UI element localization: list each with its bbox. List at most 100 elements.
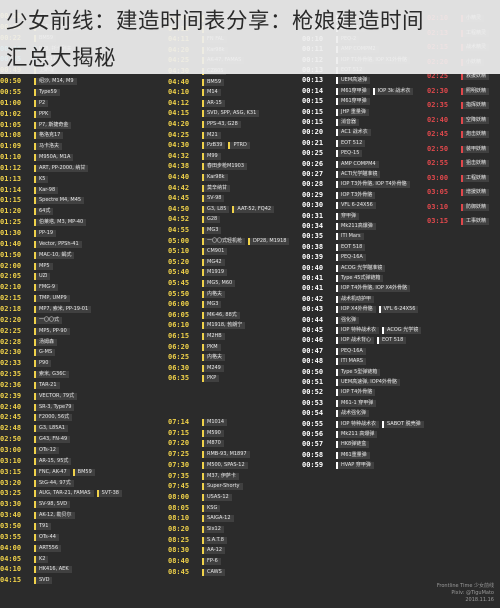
build-time: 00:28 [302, 180, 324, 189]
build-time: 04:40 [168, 173, 190, 181]
build-time: 04:00 [0, 543, 22, 552]
doll-name-label: M1918, 勃朗宁 [202, 322, 246, 330]
schedule-row: 06:35 PKP [168, 374, 222, 383]
schedule-row: 01:14 Kar-98 [0, 186, 61, 195]
doll-name-label: 绍沙, M14, M9 [34, 78, 77, 86]
doll-name-label: SVD, SPP, ASG, K31 [202, 110, 260, 118]
doll-name-label: Type 45式弹链箱 [336, 275, 384, 282]
build-time: 01:14 [0, 185, 22, 194]
doll-name-label: S.A.T.8 [202, 536, 227, 544]
schedule-row: 01:00 P2 [0, 99, 51, 108]
build-time: 00:53 [302, 398, 324, 407]
schedule-row: 00:44 强化弹 [302, 316, 362, 325]
doll-name-label: Six12 [202, 526, 224, 533]
doll-name-label: HVAP 穿甲弹 [336, 462, 374, 470]
schedule-row: 04:10 M14 [168, 88, 224, 97]
schedule-row: 06:20 PKM [168, 343, 224, 352]
doll-name-label: 一〇〇式 [34, 316, 63, 324]
doll-name-label: 格洛克17 [34, 132, 64, 140]
schedule-row: 00:25 PEQ-15 [302, 149, 365, 158]
build-time: 02:30 [427, 86, 449, 95]
schedule-row: 02:05 UZI [0, 272, 53, 281]
schedule-row: 04:15 SVD, SPP, ASG, K31 [168, 109, 262, 118]
schedule-row: 02:10 FMG-9 [0, 283, 61, 292]
schedule-row: 02:40 空降妖精 [427, 116, 492, 125]
build-time: 02:45 [427, 130, 449, 138]
doll-name-label: SVD [34, 577, 53, 585]
schedule-row: 00:48 ITI MARS [302, 357, 369, 366]
build-time: 00:41 [302, 284, 324, 293]
schedule-row: 02:30 照明妖精 [427, 87, 492, 96]
doll-name-label: M99 [202, 152, 221, 160]
schedule-row: 08:00 USAS-12 [168, 493, 235, 502]
schedule-row: 04:00 ART556 [0, 544, 64, 553]
doll-name-label: IOP 特种战术衣 [336, 327, 380, 334]
doll-name-label: 装甲妖精 [461, 145, 490, 153]
schedule-row: 00:21 EOT 512 [302, 139, 368, 148]
build-time: 04:52 [168, 215, 190, 224]
doll-name-label: M61穿甲弹 [336, 98, 370, 106]
build-time: 02:33 [0, 359, 22, 368]
schedule-row: 03:15 工事妖精 [427, 217, 492, 226]
doll-name-label: T91 [34, 522, 52, 530]
build-time: 02:30 [0, 348, 22, 357]
build-time: 00:29 [302, 190, 324, 199]
schedule-row: 00:52 IOP T4外骨骼 [302, 388, 378, 397]
schedule-row: 01:30 PP-19 [0, 229, 59, 238]
doll-name-label: IOP 特种战术衣 [336, 420, 380, 428]
doll-name-label: ACTI光学瞄准镜 [336, 171, 381, 178]
doll-name-label: ACOG 光学镜 [382, 327, 422, 334]
schedule-row: 06:15 M2HB [168, 332, 228, 341]
schedule-row: 08:10 SAIGA-12 [168, 514, 237, 523]
build-time: 02:20 [0, 315, 22, 324]
doll-name-label: 炮击妖精 [461, 131, 490, 138]
doll-name-label: Type 5型弹链箱 [336, 368, 381, 376]
doll-name-label: K5 [34, 175, 49, 183]
schedule-row: 02:45 炮击妖精 [427, 130, 492, 139]
doll-name-label: M2HB [202, 333, 225, 340]
doll-name-label: 强化弹 [336, 316, 360, 324]
build-time: 08:10 [168, 514, 190, 523]
build-time: 00:20 [302, 128, 324, 137]
doll-name-label: 莫辛纳甘 [202, 184, 231, 192]
schedule-row: 05:50 内格夫 [168, 290, 228, 299]
schedule-row: 01:25 伯莱塔, M3, MP-40 [0, 218, 89, 227]
doll-name-label: MG5, M60 [202, 280, 236, 287]
schedule-row: 02:39 VECTOR, 79式 [0, 392, 80, 401]
doll-name-label: IOP T3外骨骼 [336, 191, 376, 199]
build-time: 01:25 [0, 218, 22, 227]
build-time: 03:30 [0, 500, 22, 509]
doll-name-label: Spectre M4, M45 [34, 197, 85, 205]
build-time: 07:20 [168, 439, 190, 448]
doll-name-label: MG42 [202, 258, 225, 266]
build-time: 01:40 [0, 239, 22, 248]
build-time: 00:57 [302, 440, 324, 449]
schedule-row: 00:39 PEQ-16A [302, 253, 369, 262]
build-time: 04:40 [168, 77, 190, 86]
doll-name-label: DP28, M1918 [248, 237, 290, 245]
schedule-row: 04:32 M99 [168, 152, 224, 161]
build-time: 08:05 [168, 503, 190, 512]
build-time: 00:54 [302, 409, 324, 418]
build-time: 08:25 [168, 535, 190, 544]
schedule-row: 00:31 穿甲弹 [302, 212, 362, 221]
doll-name-label: SV-98, SVD [34, 501, 71, 509]
doll-name-label: M61-1 穿甲弹 [336, 399, 377, 407]
build-time: 08:30 [168, 546, 190, 555]
schedule-row: 00:13 UEM高速弹 [302, 76, 373, 85]
build-time: 05:20 [168, 257, 190, 266]
schedule-row: 00:42 战术机动护甲 [302, 295, 377, 304]
build-time: 06:20 [168, 342, 190, 351]
build-time: 02:55 [427, 159, 449, 167]
schedule-row: 01:15 Spectre M4, M45 [0, 196, 87, 205]
doll-name-label: SABOT 脱壳弹 [382, 420, 424, 428]
doll-name-label: M1014 [202, 419, 228, 426]
doll-name-label: PEQ-16A [336, 254, 366, 262]
build-time: 06:05 [168, 310, 190, 319]
doll-name-label: G3, L85A1 [34, 425, 68, 433]
schedule-row: 05:20 MG42 [168, 258, 228, 267]
schedule-row: 06:30 M249 [168, 364, 227, 373]
schedule-row: 02:36 TAR-21 [0, 381, 63, 390]
schedule-row: 02:18 MP7, 索米, PP-19-01 [0, 305, 94, 314]
schedule-row: 00:54 战术强化弹 [302, 409, 372, 418]
